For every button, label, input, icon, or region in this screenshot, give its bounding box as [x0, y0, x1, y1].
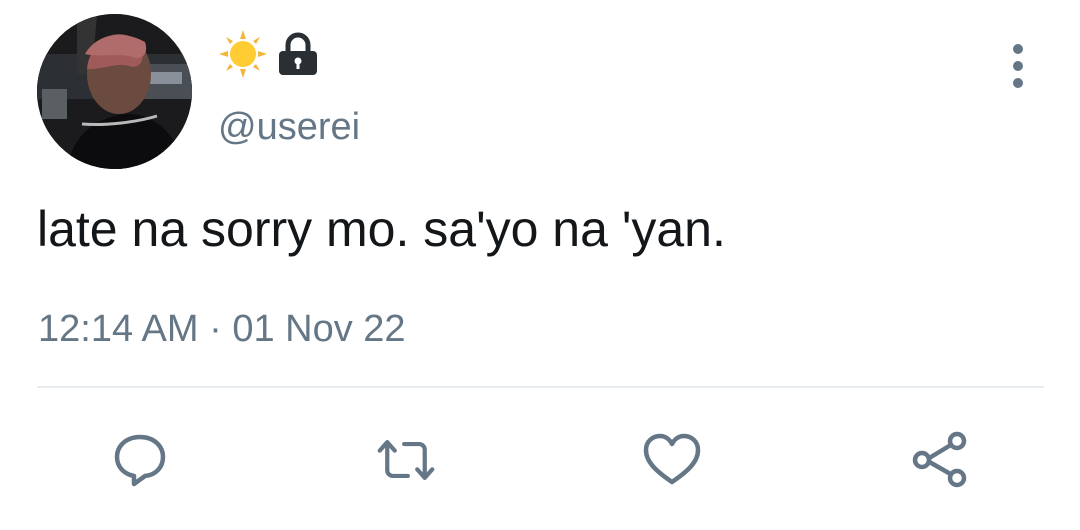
more-options-button[interactable]: [998, 44, 1038, 88]
avatar[interactable]: [37, 14, 192, 169]
share-icon: [912, 431, 967, 488]
more-dot: [1013, 78, 1023, 88]
tweet-meta: 12:14 AM · 01 Nov 22: [38, 306, 406, 352]
user-handle[interactable]: @userei: [218, 104, 360, 150]
lock-icon: [277, 32, 319, 81]
reply-icon: [114, 434, 166, 487]
more-dot: [1013, 61, 1023, 71]
reply-button[interactable]: [110, 430, 170, 490]
share-button[interactable]: [910, 430, 970, 490]
divider: [37, 386, 1044, 388]
more-dot: [1013, 44, 1023, 54]
tweet-text: late na sorry mo. sa'yo na 'yan.: [37, 201, 726, 257]
like-icon: [643, 433, 701, 485]
sun-icon: [219, 29, 267, 83]
meta-separator: ·: [209, 308, 222, 350]
tweet-time[interactable]: 12:14 AM: [38, 308, 199, 350]
retweet-icon: [377, 440, 435, 480]
display-name[interactable]: [219, 29, 319, 83]
retweet-button[interactable]: [376, 430, 436, 490]
like-button[interactable]: [642, 430, 702, 490]
avatar-photo: [37, 14, 192, 169]
tweet-date[interactable]: 01 Nov 22: [232, 308, 405, 350]
